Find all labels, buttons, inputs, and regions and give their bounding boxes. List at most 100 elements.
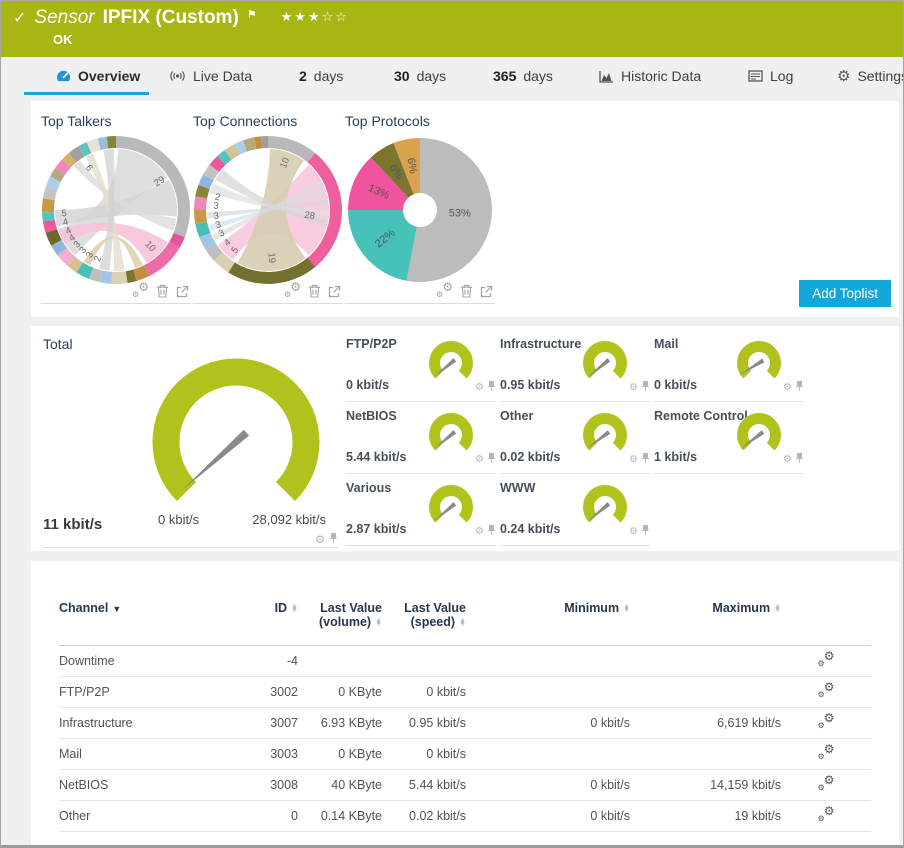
gauge-settings-icon[interactable]: ⚙ — [783, 455, 792, 465]
gauge-settings-icon[interactable]: ⚙ — [629, 527, 638, 537]
open-toplist-icon[interactable] — [480, 285, 493, 298]
tab-365-days[interactable]: 365days — [493, 68, 553, 84]
channel-gauge-actions: ⚙ — [629, 523, 650, 541]
minimum: 0 kbit/s — [466, 801, 630, 832]
gears-settings-icon[interactable]: ⚙⚙ — [818, 777, 835, 791]
last-value-volume: 0 KByte — [298, 677, 382, 708]
minimum: 0 kbit/s — [466, 708, 630, 739]
tab-settings[interactable]: ⚙ Settings — [837, 68, 904, 84]
gauge-settings-icon[interactable]: ⚙ — [475, 455, 484, 465]
column-header-last-value-speed-[interactable]: Last Value (speed)▲▼ — [382, 601, 466, 646]
last-value-volume: 0 KByte — [298, 739, 382, 770]
gears-settings-icon[interactable]: ⚙⚙ — [818, 684, 835, 698]
priority-flag-icon[interactable]: ⚑ — [247, 8, 257, 21]
channel-gauge-value: 5.44 kbit/s — [346, 450, 406, 464]
toplist-title: Top Talkers — [41, 113, 191, 129]
channel-gauge-name: Various — [346, 481, 391, 495]
column-label: Last Value (speed) — [404, 601, 466, 629]
last-value-speed: 0.02 kbit/s — [382, 801, 466, 832]
channel-row-downtime: Downtime-4⚙⚙ — [59, 646, 871, 677]
pin-icon[interactable] — [487, 379, 496, 397]
gears-settings-icon[interactable]: ⚙⚙ — [132, 284, 149, 298]
channels-table-card: Channel▼ID▲▼Last Value (volume)▲▼Last Va… — [31, 561, 899, 848]
tab-overview[interactable]: Overview — [56, 68, 140, 84]
pin-icon[interactable] — [641, 379, 650, 397]
last-value-volume — [298, 646, 382, 677]
gears-settings-icon[interactable]: ⚙⚙ — [818, 653, 835, 667]
column-header-id[interactable]: ID▲▼ — [224, 601, 298, 646]
channel-gauge-netbios: NetBIOS5.44 kbit/s⚙ — [346, 402, 496, 474]
other-gauge — [578, 409, 632, 459]
channel-gauge-value: 2.87 kbit/s — [346, 522, 406, 536]
pin-icon[interactable] — [641, 451, 650, 469]
last-value-speed — [382, 646, 466, 677]
minimum: 0 kbit/s — [466, 770, 630, 801]
toplist-top-talkers: Top Talkers 2961023334445⚙⚙ — [41, 113, 191, 304]
gauge-settings-icon[interactable]: ⚙ — [629, 383, 638, 393]
channel-settings-cell: ⚙⚙ — [781, 801, 871, 832]
svg-text:53%: 53% — [449, 208, 471, 220]
toplist-actions: ⚙⚙ — [436, 284, 493, 298]
tab-label: days — [314, 68, 344, 84]
gauge-settings-icon[interactable]: ⚙ — [783, 383, 792, 393]
total-gauge-title: Total — [43, 336, 73, 352]
channel-gauge-remote-control: Remote Control1 kbit/s⚙ — [654, 402, 804, 474]
total-gauge-max-label: 28,092 kbit/s — [252, 512, 326, 527]
gears-settings-icon[interactable]: ⚙⚙ — [436, 284, 453, 298]
tab-historic-data[interactable]: Historic Data — [599, 68, 701, 84]
column-header-maximum[interactable]: Maximum▲▼ — [630, 601, 781, 646]
gear-icon: ⚙ — [837, 69, 850, 84]
log-icon — [748, 70, 763, 82]
pin-icon[interactable] — [641, 523, 650, 541]
column-header-last-value-volume-[interactable]: Last Value (volume)▲▼ — [298, 601, 382, 646]
sort-icon: ▲▼ — [291, 605, 298, 613]
gauge-settings-icon[interactable]: ⚙ — [475, 527, 484, 537]
toplists-card: Top Talkers2961023334445⚙⚙Top Connection… — [31, 101, 899, 317]
channel-settings-cell: ⚙⚙ — [781, 677, 871, 708]
channel-name: Mail — [59, 739, 224, 770]
channel-id: 3003 — [224, 739, 298, 770]
channel-row-ftp-p2p: FTP/P2P30020 KByte0 kbit/s⚙⚙ — [59, 677, 871, 708]
channels-table: Channel▼ID▲▼Last Value (volume)▲▼Last Va… — [59, 601, 871, 832]
priority-stars[interactable]: ★★★☆☆ — [281, 9, 349, 25]
pin-icon[interactable] — [487, 451, 496, 469]
top-talkers-chart[interactable]: 2961023334445 — [41, 135, 191, 285]
add-toplist-button[interactable]: Add Toplist — [799, 280, 891, 307]
top-protocols-chart[interactable]: 53%22%13%6%6% — [345, 135, 495, 285]
open-toplist-icon[interactable] — [176, 285, 189, 298]
delete-toplist-icon[interactable] — [308, 284, 321, 298]
sensor-status-badge: OK — [1, 29, 903, 47]
minimum — [466, 646, 630, 677]
gears-settings-icon[interactable]: ⚙⚙ — [818, 715, 835, 729]
tab-2-days[interactable]: 2days — [299, 68, 343, 84]
channel-gauge-name: Mail — [654, 337, 678, 351]
gears-settings-icon[interactable]: ⚙⚙ — [818, 746, 835, 760]
tab-30-days[interactable]: 30days — [394, 68, 446, 84]
last-value-volume: 6.93 KByte — [298, 708, 382, 739]
tab-label: Settings — [857, 68, 904, 84]
open-toplist-icon[interactable] — [328, 285, 341, 298]
channel-name: Other — [59, 801, 224, 832]
column-header-actions — [781, 601, 871, 646]
gauge-settings-icon[interactable]: ⚙ — [629, 455, 638, 465]
gears-settings-icon[interactable]: ⚙⚙ — [818, 808, 835, 822]
pin-icon[interactable] — [795, 451, 804, 469]
pin-icon[interactable] — [795, 379, 804, 397]
tab-live-data[interactable]: Live Data — [169, 68, 252, 84]
channel-id: -4 — [224, 646, 298, 677]
column-label: ID — [275, 601, 288, 615]
gauge-settings-icon[interactable]: ⚙ — [315, 535, 325, 546]
column-header-channel[interactable]: Channel▼ — [59, 601, 224, 646]
gauge-settings-icon[interactable]: ⚙ — [475, 383, 484, 393]
gears-settings-icon[interactable]: ⚙⚙ — [284, 284, 301, 298]
www-gauge — [578, 481, 632, 531]
tab-log[interactable]: Log — [748, 68, 793, 84]
delete-toplist-icon[interactable] — [460, 284, 473, 298]
delete-toplist-icon[interactable] — [156, 284, 169, 298]
maximum — [630, 646, 781, 677]
pin-icon[interactable] — [487, 523, 496, 541]
top-connections-chart[interactable]: 1028195433332 — [193, 135, 343, 285]
histogram-icon — [599, 70, 614, 83]
column-header-minimum[interactable]: Minimum▲▼ — [466, 601, 630, 646]
tab-label: days — [417, 68, 447, 84]
